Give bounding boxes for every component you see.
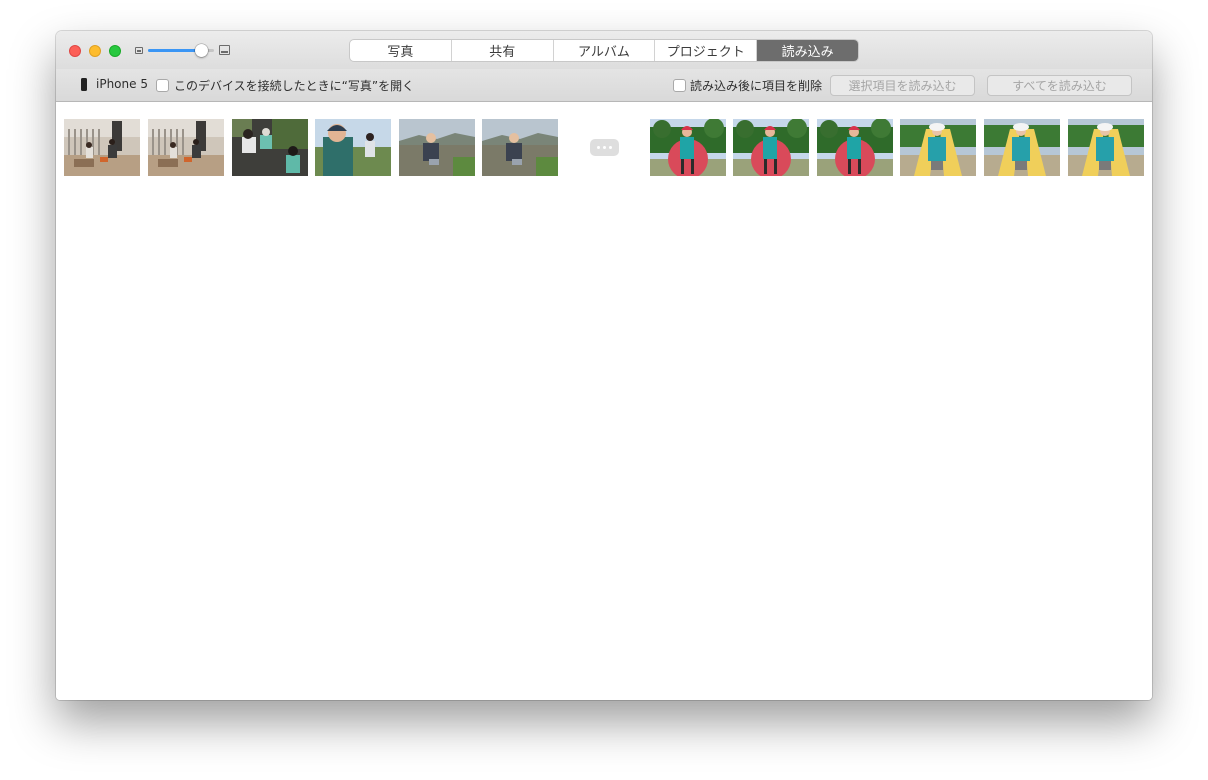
photo-thumbnail[interactable] — [232, 119, 308, 176]
tab-import[interactable]: 読み込み — [757, 40, 858, 61]
slider-knob[interactable] — [195, 44, 208, 57]
photo-thumbnail[interactable] — [315, 119, 391, 176]
zoom-window-button[interactable] — [109, 45, 121, 57]
import-selected-button[interactable]: 選択項目を読み込む — [830, 75, 975, 96]
device-name: iPhone 5 — [96, 77, 148, 91]
more-photos-button[interactable] — [590, 139, 619, 156]
photo-thumbnail[interactable] — [482, 119, 558, 176]
minimize-window-button[interactable] — [89, 45, 101, 57]
photo-thumbnail[interactable] — [399, 119, 475, 176]
view-tabs: 写真 共有 アルバム プロジェクト 読み込み — [350, 40, 858, 61]
dot — [603, 146, 606, 149]
photo-thumbnail[interactable] — [733, 119, 809, 176]
thumbnail-size-slider[interactable] — [148, 42, 216, 58]
photo-thumbnail[interactable] — [817, 119, 893, 176]
photo-thumbnail[interactable] — [1068, 119, 1144, 176]
tab-projects[interactable]: プロジェクト — [655, 40, 758, 61]
photo-thumbnail[interactable] — [650, 119, 726, 176]
import-toolbar: iPhone 5 このデバイスを接続したときに“写真”を開く 読み込み後に項目を… — [56, 69, 1152, 102]
photo-thumbnail[interactable] — [64, 119, 140, 176]
dot — [597, 146, 600, 149]
slider-fill — [148, 49, 202, 52]
zoom-in-icon[interactable] — [219, 45, 230, 55]
photo-thumbnail[interactable] — [148, 119, 224, 176]
iphone-icon — [81, 78, 87, 91]
delete-after-import-label[interactable]: 読み込み後に項目を削除 — [690, 77, 822, 94]
import-all-button[interactable]: すべてを読み込む — [987, 75, 1132, 96]
tab-photos[interactable]: 写真 — [350, 40, 452, 61]
open-photos-checkbox[interactable] — [156, 79, 169, 92]
photos-window: 写真 共有 アルバム プロジェクト 読み込み iPhone 5 このデバイスを接… — [56, 31, 1152, 700]
photo-thumbnail[interactable] — [900, 119, 976, 176]
photo-thumbnail[interactable] — [984, 119, 1060, 176]
zoom-out-icon[interactable] — [135, 47, 143, 54]
close-window-button[interactable] — [69, 45, 81, 57]
import-grid — [56, 102, 1152, 700]
tab-shared[interactable]: 共有 — [452, 40, 554, 61]
delete-after-import-checkbox[interactable] — [673, 79, 686, 92]
title-bar: 写真 共有 アルバム プロジェクト 読み込み — [56, 31, 1152, 69]
open-photos-label[interactable]: このデバイスを接続したときに“写真”を開く — [174, 77, 414, 94]
tab-albums[interactable]: アルバム — [554, 40, 656, 61]
dot — [609, 146, 612, 149]
